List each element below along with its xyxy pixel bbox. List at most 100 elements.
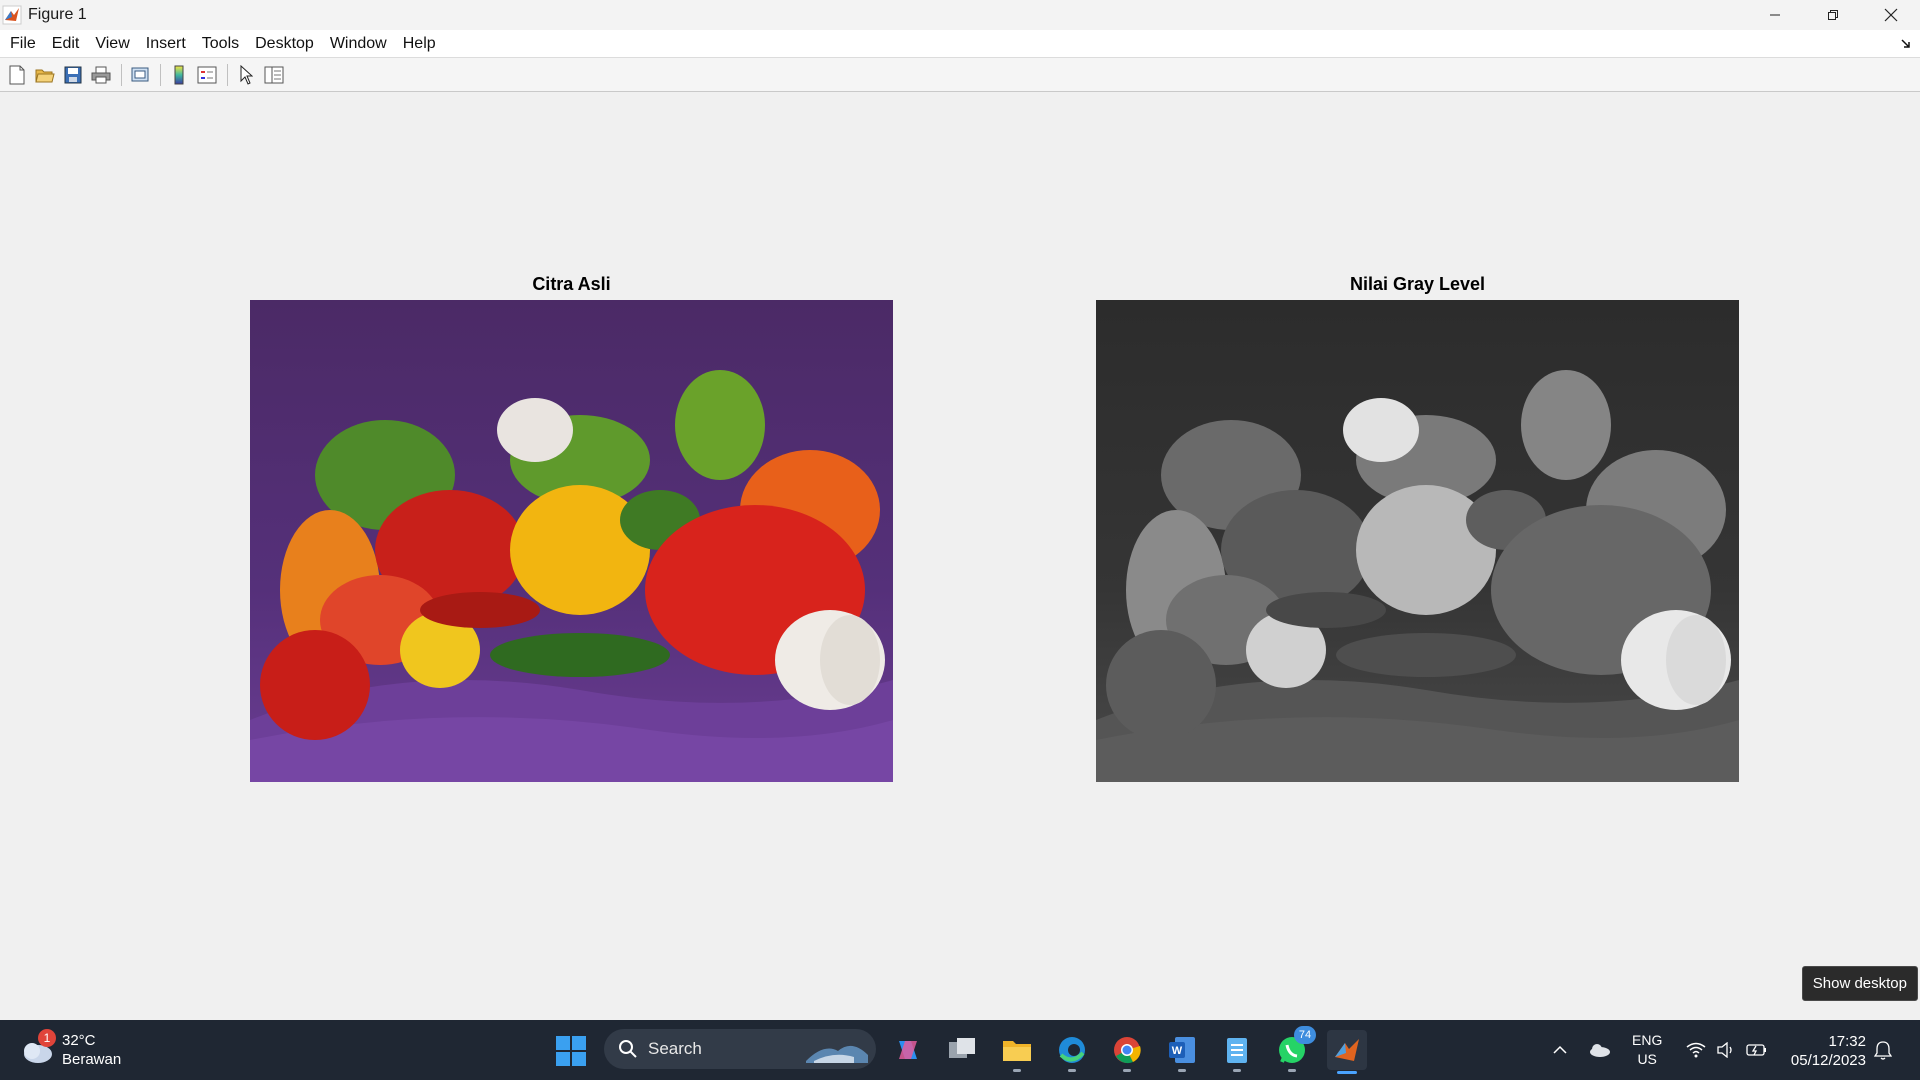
chrome-browser-icon: [1114, 1037, 1141, 1064]
toolbar-separator: [227, 63, 228, 86]
taskbar-notepad[interactable]: [1217, 1030, 1257, 1072]
whatsapp-unread-badge: 74: [1294, 1026, 1316, 1044]
restore-button[interactable]: [1804, 0, 1862, 30]
taskbar-copilot[interactable]: [888, 1030, 928, 1070]
clock-time: 17:32: [1828, 1033, 1866, 1050]
weather-temperature: 32°C: [62, 1032, 96, 1049]
colorbar-button[interactable]: [166, 62, 192, 88]
taskbar-matlab[interactable]: [1327, 1030, 1367, 1074]
task-view-icon: [949, 1038, 975, 1058]
notifications-button[interactable]: [1874, 1020, 1892, 1080]
new-figure-button[interactable]: [4, 62, 30, 88]
running-indicator: [1068, 1069, 1076, 1072]
chevron-up-icon: [1553, 1045, 1567, 1054]
taskbar-word[interactable]: W: [1162, 1030, 1202, 1072]
original-image-axes[interactable]: [250, 300, 893, 782]
gray-level-image-axes[interactable]: [1096, 300, 1739, 782]
edit-plot-arrow-icon: [240, 64, 253, 85]
running-indicator: [1178, 1069, 1186, 1072]
keyboard-region: US: [1637, 1051, 1657, 1067]
clock-date: 05/12/2023: [1790, 1052, 1866, 1069]
restore-icon: [1828, 10, 1838, 20]
running-indicator: [1123, 1069, 1131, 1072]
taskbar-whatsapp[interactable]: 74: [1272, 1026, 1316, 1072]
active-window-indicator: [1337, 1071, 1357, 1074]
running-indicator: [1013, 1069, 1021, 1072]
menu-bar: File Edit View Insert Tools Desktop Wind…: [0, 30, 1920, 58]
menu-tools[interactable]: Tools: [194, 35, 247, 53]
menu-insert[interactable]: Insert: [138, 35, 194, 53]
undock-arrow-icon[interactable]: [1900, 38, 1912, 50]
taskbar-clock[interactable]: 17:32 05/12/2023: [1791, 1032, 1866, 1070]
svg-text:W: W: [1172, 1045, 1183, 1057]
onedrive-tray[interactable]: [1588, 1020, 1612, 1080]
figure-toolbar: [0, 58, 1920, 92]
speaker-icon: [1717, 1042, 1732, 1058]
search-icon: [619, 1040, 637, 1058]
close-icon: [1884, 8, 1898, 22]
taskbar-edge[interactable]: [1052, 1030, 1092, 1072]
save-button[interactable]: [60, 62, 86, 88]
legend-icon: [197, 66, 217, 83]
left-axes-title: Citra Asli: [532, 274, 611, 294]
word-icon: W: [1169, 1037, 1195, 1063]
taskbar-search[interactable]: Search: [604, 1029, 876, 1069]
search-highlight-icon: [806, 1045, 868, 1063]
menu-desktop[interactable]: Desktop: [247, 35, 322, 53]
show-desktop-tooltip: Show desktop: [1801, 966, 1918, 1001]
battery-tray[interactable]: [1746, 1020, 1768, 1080]
start-button[interactable]: [556, 1036, 586, 1071]
taskbar-file-explorer[interactable]: [997, 1030, 1037, 1072]
open-file-icon: [35, 69, 55, 82]
figure-canvas: Citra Asli Nilai Gray Level: [0, 92, 1920, 1020]
minimize-icon: [1770, 14, 1780, 16]
print-preview-icon: [131, 67, 149, 81]
property-inspector-icon: [264, 66, 284, 83]
save-icon: [64, 66, 82, 83]
language-code: ENG: [1632, 1032, 1663, 1048]
onedrive-cloud-icon: [1590, 1044, 1610, 1057]
file-explorer-icon: [1003, 1041, 1031, 1061]
windows-start-icon: [556, 1036, 586, 1066]
matlab-icon: [2, 5, 22, 25]
open-file-button[interactable]: [32, 62, 58, 88]
print-icon: [91, 66, 111, 83]
network-tray[interactable]: [1686, 1020, 1706, 1080]
minimize-button[interactable]: [1746, 0, 1804, 30]
wifi-icon: [1686, 1042, 1706, 1058]
menu-view[interactable]: View: [87, 35, 137, 53]
close-button[interactable]: [1862, 0, 1920, 30]
window-title: Figure 1: [28, 6, 87, 23]
legend-button[interactable]: [194, 62, 220, 88]
edit-plot-button[interactable]: [233, 62, 259, 88]
menu-window[interactable]: Window: [322, 35, 395, 53]
notepad-icon: [1227, 1038, 1247, 1063]
colorbar-icon: [174, 65, 184, 84]
bell-icon: [1874, 1041, 1892, 1060]
weather-condition: Berawan: [62, 1051, 122, 1068]
battery-charging-icon: [1746, 1044, 1766, 1056]
show-hidden-icons-button[interactable]: [1552, 1020, 1568, 1080]
menu-edit[interactable]: Edit: [44, 35, 88, 53]
menu-file[interactable]: File: [2, 35, 44, 53]
running-indicator: [1288, 1069, 1296, 1072]
language-indicator[interactable]: ENG US: [1632, 1020, 1662, 1080]
taskbar-chrome[interactable]: [1107, 1030, 1147, 1072]
toolbar-separator: [121, 63, 122, 86]
taskbar: 1 32°C Berawan Search W 74 ENG US 17:32 …: [0, 1020, 1920, 1080]
search-label: Search: [648, 1039, 702, 1058]
menu-help[interactable]: Help: [395, 35, 444, 53]
running-indicator: [1233, 1069, 1241, 1072]
peppers-gray-image: [1096, 300, 1739, 782]
right-axes-title: Nilai Gray Level: [1349, 274, 1486, 294]
edge-browser-icon: [1059, 1037, 1085, 1063]
print-preview-button[interactable]: [127, 62, 153, 88]
toolbar-separator: [160, 63, 161, 86]
property-inspector-button[interactable]: [261, 62, 287, 88]
volume-tray[interactable]: [1716, 1020, 1736, 1080]
weather-widget[interactable]: 1 32°C Berawan: [20, 1028, 121, 1072]
print-button[interactable]: [88, 62, 114, 88]
weather-notification-badge: 1: [38, 1029, 56, 1047]
copilot-icon: [899, 1041, 917, 1059]
taskbar-task-view[interactable]: [942, 1030, 982, 1070]
